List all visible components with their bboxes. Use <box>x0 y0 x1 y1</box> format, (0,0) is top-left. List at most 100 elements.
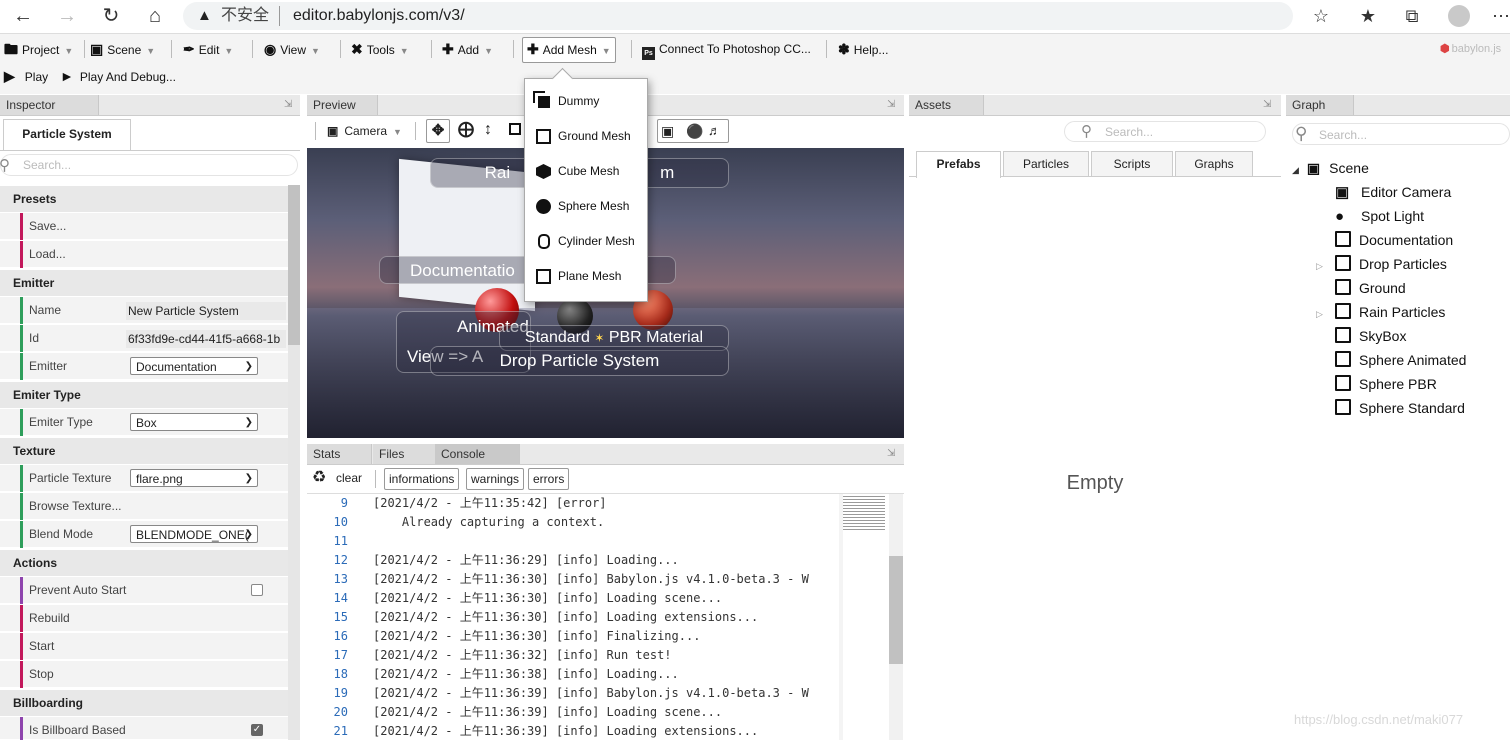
menu-item[interactable]: Ground Mesh <box>525 119 647 154</box>
tools-menu[interactable]: ✖ Tools ▼ <box>351 38 409 60</box>
camera-select[interactable]: ▣ Camera ▼ <box>327 122 402 141</box>
rotate-gizmo-icon[interactable]: ⨁ <box>455 119 477 141</box>
section-presets[interactable]: Presets <box>0 186 288 213</box>
name-field[interactable]: New Particle System <box>126 302 286 320</box>
graph-node[interactable]: Sphere PBR <box>1316 372 1437 396</box>
graph-title[interactable]: Graph <box>1286 95 1354 115</box>
scrollbar-thumb[interactable] <box>889 556 903 664</box>
tab-graphs[interactable]: Graphs <box>1175 151 1253 177</box>
filter-errors[interactable]: errors <box>528 468 570 490</box>
graph-node[interactable]: Sphere Animated <box>1316 348 1466 372</box>
edit-menu[interactable]: ✒ Edit ▼ <box>183 38 233 60</box>
expand-icon[interactable]: ⇲ <box>1263 99 1271 110</box>
more-icon[interactable]: ⋯ <box>1488 4 1510 28</box>
particle-texture-select[interactable]: flare.png ❯ <box>130 469 258 487</box>
tab-files[interactable]: Files <box>373 444 436 464</box>
load-button[interactable]: Load... <box>29 241 66 268</box>
view-menu[interactable]: ◉ View ▼ <box>264 38 320 60</box>
tab-scripts[interactable]: Scripts <box>1091 151 1173 177</box>
save-button[interactable]: Save... <box>29 213 66 240</box>
menu-item[interactable]: Cylinder Mesh <box>525 224 647 259</box>
filter-warnings[interactable]: warnings <box>466 468 525 490</box>
section-actions[interactable]: Actions <box>0 550 288 577</box>
preview-title[interactable]: Preview <box>307 95 378 115</box>
billboard-based-checkbox[interactable]: ✓ <box>251 724 263 736</box>
play-debug-button[interactable]: ► Play And Debug... <box>60 65 176 87</box>
section-emiter-type[interactable]: Emiter Type <box>0 382 288 409</box>
stop-button[interactable]: Stop <box>29 661 54 688</box>
row-rebuild[interactable]: Rebuild <box>0 605 288 632</box>
tab-particle-system[interactable]: Particle System <box>3 119 131 150</box>
graph-node[interactable]: ● Spot Light <box>1316 204 1424 228</box>
row-load[interactable]: Load... <box>0 241 288 268</box>
expand-icon[interactable]: ⇲ <box>284 99 292 110</box>
prevent-auto-start-checkbox[interactable] <box>251 584 263 596</box>
emiter-type-select[interactable]: Box ❯ <box>130 413 258 431</box>
rebuild-button[interactable]: Rebuild <box>29 605 70 632</box>
photoshop-button[interactable]: Ps Connect To Photoshop CC... <box>642 38 811 60</box>
start-button[interactable]: Start <box>29 633 54 660</box>
collapse-icon[interactable]: ◢ <box>1292 165 1299 175</box>
forward-icon[interactable]: → <box>54 4 80 28</box>
recycle-icon[interactable]: ♻ <box>312 469 326 487</box>
reload-icon[interactable]: ↻ <box>98 4 124 28</box>
home-icon[interactable]: ⌂ <box>142 4 168 28</box>
menu-item[interactable]: Sphere Mesh <box>525 189 647 224</box>
console-minimap[interactable] <box>843 496 885 530</box>
play-button[interactable]: ▶ Play <box>4 65 48 87</box>
scene-menu[interactable]: ▣ Scene ▼ <box>90 38 155 60</box>
graph-search[interactable]: ⚲ Search... <box>1292 123 1510 145</box>
menu-item[interactable]: Plane Mesh <box>525 259 647 294</box>
section-billboarding[interactable]: Billboarding <box>0 690 288 717</box>
expand-icon[interactable]: ⇲ <box>887 448 895 459</box>
graph-node[interactable]: ▷ Rain Particles <box>1316 300 1445 324</box>
assets-search[interactable]: ⚲ Search... <box>1064 121 1266 142</box>
lightbulb-icon[interactable]: ⚫ <box>686 120 703 142</box>
inspector-scrollbar[interactable] <box>288 185 300 740</box>
tab-stats[interactable]: Stats <box>307 444 372 464</box>
project-menu[interactable]: 🖿 Project ▼ <box>4 38 73 60</box>
assets-title[interactable]: Assets <box>909 95 984 115</box>
help-button[interactable]: ✽ Help... <box>838 38 888 60</box>
back-icon[interactable]: ← <box>10 4 36 28</box>
tab-prefabs[interactable]: Prefabs <box>916 151 1001 178</box>
graph-node[interactable]: Ground <box>1316 276 1406 300</box>
graph-root-scene[interactable]: ◢ ▣ Scene <box>1292 156 1369 180</box>
profile-avatar[interactable] <box>1448 5 1470 27</box>
clear-button[interactable]: clear <box>336 471 362 485</box>
graph-node[interactable]: ▣ Editor Camera <box>1316 180 1451 204</box>
favorites-icon[interactable]: ★ <box>1355 4 1381 28</box>
tab-console[interactable]: Console <box>435 444 520 464</box>
id-field[interactable]: 6f33fd9e-cd44-41f5-a668-1b <box>126 330 286 348</box>
graph-node[interactable]: SkyBox <box>1316 324 1406 348</box>
console-scrollbar[interactable] <box>889 494 903 740</box>
sound-icon[interactable]: ♬ <box>708 120 721 142</box>
scale-gizmo-icon[interactable]: ↕ <box>479 119 497 141</box>
inspector-search[interactable]: ⚲ Search... <box>0 154 298 176</box>
graph-node[interactable]: Documentation <box>1316 228 1453 252</box>
url-text[interactable]: editor.babylonjs.com/v3/ <box>293 2 465 30</box>
browse-texture-button[interactable]: Browse Texture... <box>29 493 121 520</box>
image-icon[interactable]: ▣ <box>661 120 674 142</box>
inspector-title[interactable]: Inspector <box>0 95 99 115</box>
row-start[interactable]: Start <box>0 633 288 660</box>
row-stop[interactable]: Stop <box>0 661 288 688</box>
collections-icon[interactable]: ⧉ <box>1399 4 1425 28</box>
address-bar[interactable]: ▲ 不安全 editor.babylonjs.com/v3/ <box>183 2 1293 30</box>
section-emitter[interactable]: Emitter <box>0 270 288 297</box>
row-browse-texture[interactable]: Browse Texture... <box>0 493 288 520</box>
expand-arrow-icon[interactable]: ▷ <box>1316 302 1335 326</box>
menu-item[interactable]: Dummy <box>525 84 647 119</box>
section-texture[interactable]: Texture <box>0 438 288 465</box>
expand-arrow-icon[interactable]: ▷ <box>1316 254 1335 278</box>
graph-node[interactable]: ▷ Drop Particles <box>1316 252 1447 276</box>
menu-item[interactable]: Cube Mesh <box>525 154 647 189</box>
emitter-select[interactable]: Documentation ❯ <box>130 357 258 375</box>
add-mesh-menu[interactable]: ✚ Add Mesh ▼ <box>522 37 616 63</box>
scrollbar-thumb[interactable] <box>288 185 300 345</box>
add-menu[interactable]: ✚ Add ▼ <box>442 38 493 60</box>
filter-informations[interactable]: informations <box>384 468 460 490</box>
expand-icon[interactable]: ⇲ <box>887 99 895 110</box>
move-gizmo-icon[interactable]: ✥ <box>426 119 450 143</box>
favorite-add-icon[interactable]: ☆ <box>1308 4 1334 28</box>
